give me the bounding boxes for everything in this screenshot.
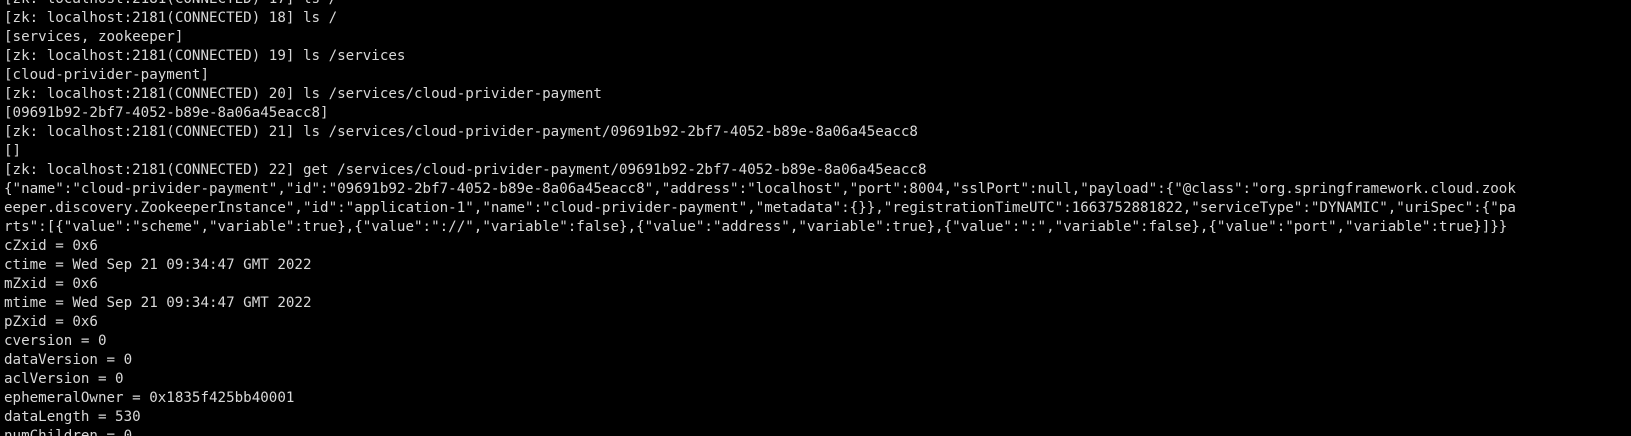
terminal-line: cversion = 0: [4, 333, 107, 349]
terminal-line: mZxid = 0x6: [4, 276, 98, 292]
terminal-line: [zk: localhost:2181(CONNECTED) 20] ls /s…: [4, 86, 602, 102]
terminal-line: dataVersion = 0: [4, 352, 133, 368]
terminal-line: rts":[{"value":"scheme","variable":true}…: [4, 219, 1508, 235]
terminal-line: []: [4, 143, 22, 159]
terminal-line: [zk: localhost:2181(CONNECTED) 22] get /…: [4, 162, 927, 178]
terminal-line: pZxid = 0x6: [4, 314, 98, 330]
terminal-line: [services, zookeeper]: [4, 29, 184, 45]
terminal-line: [zk: localhost:2181(CONNECTED) 17] ls /: [4, 0, 1631, 9]
terminal-line: [cloud-privider-payment]: [4, 67, 209, 83]
terminal-line: [zk: localhost:2181(CONNECTED) 21] ls /s…: [4, 124, 918, 140]
terminal-line: mtime = Wed Sep 21 09:34:47 GMT 2022: [4, 295, 312, 311]
terminal-line: [zk: localhost:2181(CONNECTED) 19] ls /s…: [4, 48, 406, 64]
terminal-line: aclVersion = 0: [4, 371, 124, 387]
terminal-line: dataLength = 530: [4, 409, 141, 425]
terminal-line: [zk: localhost:2181(CONNECTED) 18] ls /: [4, 10, 338, 26]
terminal-line: ephemeralOwner = 0x1835f425bb40001: [4, 390, 295, 406]
terminal-line: {"name":"cloud-privider-payment","id":"0…: [4, 181, 1516, 197]
terminal-window[interactable]: [zk: localhost:2181(CONNECTED) 17] ls / …: [0, 0, 1631, 436]
terminal-line: [09691b92-2bf7-4052-b89e-8a06a45eacc8]: [4, 105, 329, 121]
terminal-line: cZxid = 0x6: [4, 238, 98, 254]
terminal-line: eeper.discovery.ZookeeperInstance","id":…: [4, 200, 1516, 216]
terminal-line: numChildren = 0: [4, 428, 133, 436]
terminal-line: ctime = Wed Sep 21 09:34:47 GMT 2022: [4, 257, 312, 273]
